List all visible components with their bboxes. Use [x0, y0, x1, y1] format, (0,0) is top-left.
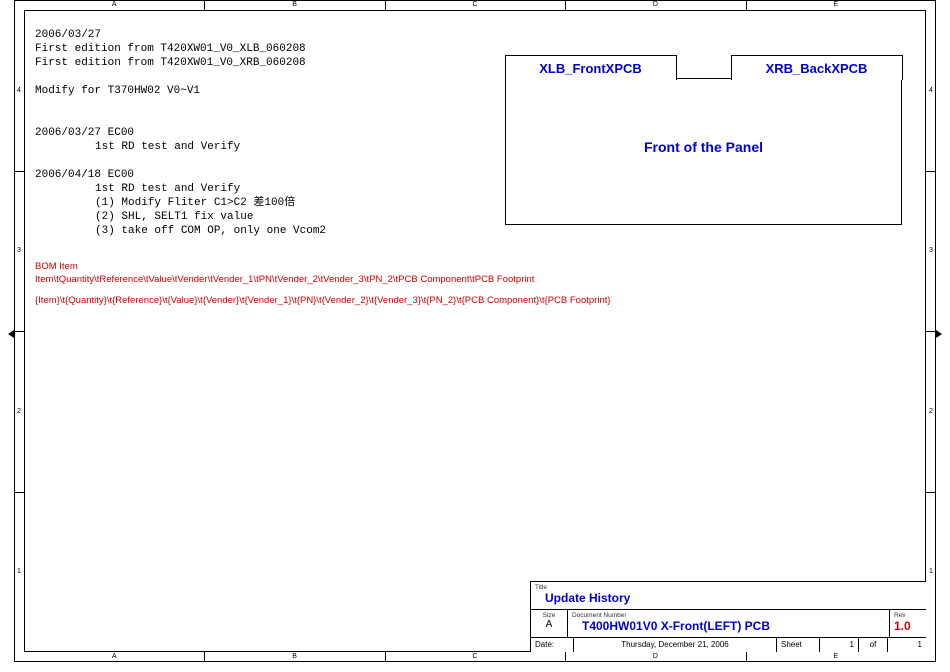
ruler-col: B [292, 653, 297, 660]
panel-tab-right: XRB_BackXPCB [731, 55, 903, 80]
bom-line: Item\tQuantity\tReference\tValue\tVender… [35, 273, 611, 286]
note-line: 1st RD test and Verify [35, 182, 326, 196]
tb-date-label: Date: [531, 638, 574, 652]
bom-line: {Item}\t{Quantity}\t{Reference}\t{Value}… [35, 294, 611, 307]
ruler-left: 4 3 2 1 [14, 10, 24, 652]
tb-docnum: T400HW01V0 X-Front(LEFT) PCB [572, 619, 770, 633]
ruler-col: C [472, 1, 477, 8]
title-block: Title Update History Size A Document Num… [530, 581, 926, 652]
panel-diagram: XLB_FrontXPCB XRB_BackXPCB Front of the … [505, 78, 902, 225]
ruler-row: 2 [17, 408, 21, 415]
note-line: (2) SHL, SELT1 fix value [35, 210, 326, 224]
schematic-sheet: A B C D E A B C D E 4 3 2 1 4 3 2 1 2006… [0, 0, 950, 672]
tb-docnum-label: Document Number [572, 612, 885, 619]
arrow-right-icon [936, 330, 942, 338]
ruler-col: E [833, 653, 838, 660]
ruler-col: A [112, 653, 117, 660]
ruler-row: 3 [17, 247, 21, 254]
tb-rev: 1.0 [894, 619, 911, 633]
tb-size: A [546, 619, 553, 630]
ruler-col: B [292, 1, 297, 8]
ruler-row: 4 [17, 87, 21, 94]
ruler-col: E [833, 1, 838, 8]
note-line: 2006/03/27 EC00 [35, 126, 326, 140]
tb-sheet-cur: 1 [820, 638, 859, 652]
ruler-row: 1 [929, 568, 933, 575]
ruler-right: 4 3 2 1 [926, 10, 936, 652]
ruler-row: 1 [17, 568, 21, 575]
ruler-row: 2 [929, 408, 933, 415]
ruler-row: 3 [929, 247, 933, 254]
tb-title-label: Title [535, 584, 922, 591]
bom-template: BOM Item Item\tQuantity\tReference\tValu… [35, 260, 611, 307]
tb-size-label: Size [535, 612, 563, 619]
ruler-col: D [653, 1, 658, 8]
tb-sheet-label: Sheet [777, 638, 820, 652]
tb-rev-label: Rev [894, 612, 922, 619]
note-line: (1) Modify Fliter C1>C2 差100倍 [35, 196, 326, 210]
ruler-top: A B C D E [24, 0, 926, 10]
panel-tab-right-label: XRB_BackXPCB [766, 61, 868, 76]
note-line: First edition from T420XW01_V0_XLB_06020… [35, 42, 326, 56]
panel-center-label: Front of the Panel [506, 79, 901, 155]
bom-line: BOM Item [35, 260, 611, 273]
note-line: First edition from T420XW01_V0_XRB_06020… [35, 56, 326, 70]
revision-notes: 2006/03/27 First edition from T420XW01_V… [35, 28, 326, 238]
note-line: 2006/03/27 [35, 28, 326, 42]
tb-sheet-of: of [859, 638, 888, 652]
note-line: 2006/04/18 EC00 [35, 168, 326, 182]
ruler-col: A [112, 1, 117, 8]
ruler-col: D [653, 653, 658, 660]
note-line: Modify for T370HW02 V0~V1 [35, 84, 326, 98]
note-line: (3) take off COM OP, only one Vcom2 [35, 224, 326, 238]
arrow-left-icon [8, 330, 14, 338]
note-line: 1st RD test and Verify [35, 140, 326, 154]
tb-date: Thursday, December 21, 2006 [574, 638, 777, 652]
tb-title: Update History [535, 591, 630, 605]
tb-sheet-tot: 1 [888, 638, 926, 652]
ruler-col: C [472, 653, 477, 660]
panel-tab-left-label: XLB_FrontXPCB [539, 61, 642, 76]
ruler-row: 4 [929, 87, 933, 94]
panel-tab-left: XLB_FrontXPCB [505, 55, 677, 80]
ruler-bottom: A B C D E [24, 652, 926, 662]
